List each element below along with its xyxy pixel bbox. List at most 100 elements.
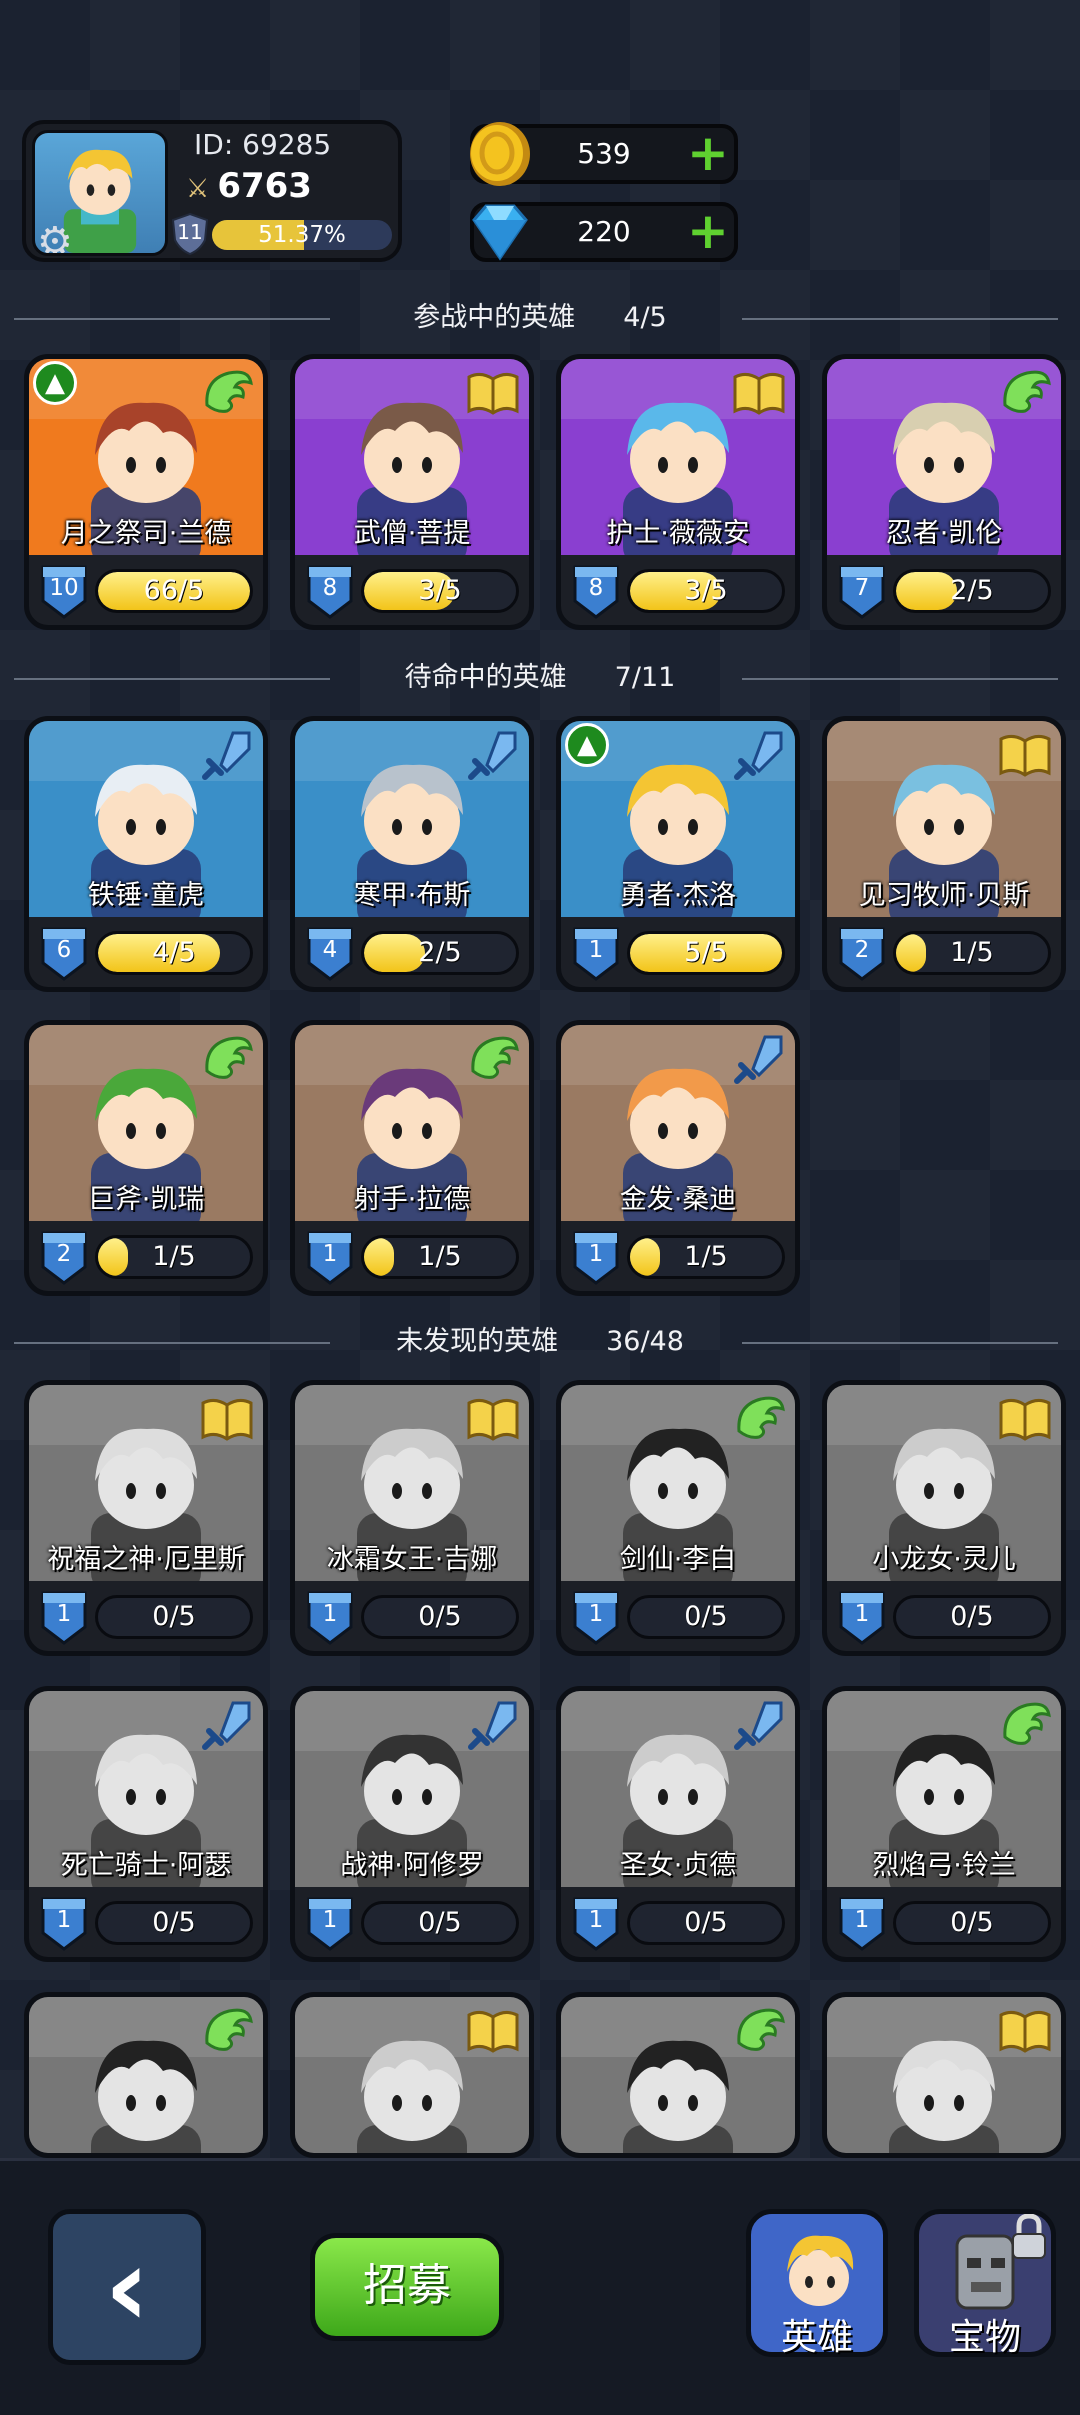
- hero-card[interactable]: 射手·拉德 1 1/5: [290, 1020, 534, 1296]
- standby-heroes-header: 待命中的英雄 7/11: [0, 658, 1080, 698]
- hero-card[interactable]: 金发·桑迪 1 1/5: [556, 1020, 800, 1296]
- hero-card[interactable]: 烈焰弓·铃兰 1 0/5: [822, 1686, 1066, 1962]
- hero-level: 1: [322, 1601, 338, 1627]
- wing-icon: [997, 1697, 1053, 1753]
- settings-gear-icon[interactable]: ⚙: [37, 221, 79, 253]
- hero-level: 7: [854, 575, 870, 601]
- hero-level-badge: 1: [305, 1229, 355, 1285]
- sword-icon: [731, 1031, 787, 1087]
- hero-shard-progress-bar: 0/5: [893, 1901, 1051, 1945]
- hero-card[interactable]: [556, 1992, 800, 2158]
- hero-level: 1: [322, 1241, 338, 1267]
- wing-icon: [997, 365, 1053, 421]
- tab-treasure-label: 宝物: [948, 2317, 1021, 2358]
- hero-card[interactable]: 祝福之神·厄里斯 1 0/5: [24, 1380, 268, 1656]
- tab-treasure[interactable]: 宝物: [914, 2209, 1056, 2358]
- gold-coin-icon: [470, 122, 530, 186]
- gold-amount: 539: [577, 137, 631, 170]
- hero-level-badge: 1: [837, 1895, 887, 1951]
- hero-level: 2: [56, 1241, 72, 1267]
- hero-name: 勇者·杰洛: [619, 880, 737, 911]
- hero-card[interactable]: 小龙女·灵儿 1 0/5: [822, 1380, 1066, 1656]
- player-id: ID: 69285: [194, 128, 332, 161]
- hero-level: 1: [588, 937, 604, 963]
- hero-card[interactable]: 铁锤·童虎 6 4/5: [24, 716, 268, 992]
- hero-card[interactable]: 死亡骑士·阿瑟 1 0/5: [24, 1686, 268, 1962]
- hero-shard-count: 0/5: [684, 1907, 728, 1938]
- hero-shard-progress-bar: 1/5: [627, 1235, 785, 1279]
- hero-card[interactable]: ▲ 月之祭司·兰德 10 66/5: [24, 354, 268, 630]
- hero-card[interactable]: 武僧·菩提 8 3/5: [290, 354, 534, 630]
- hero-card[interactable]: 寒甲·布斯 4 2/5: [290, 716, 534, 992]
- hero-card[interactable]: [822, 1992, 1066, 2158]
- hero-name: 巨斧·凯瑞: [87, 1184, 205, 1215]
- hero-card[interactable]: [290, 1992, 534, 2158]
- hero-level: 1: [56, 1907, 72, 1933]
- hero-level-badge: 1: [39, 1589, 89, 1645]
- hero-card[interactable]: 冰霜女王·吉娜 1 0/5: [290, 1380, 534, 1656]
- upgrade-arrow-icon: ▲: [565, 723, 609, 767]
- xp-progress-bar: 51.37%: [212, 220, 392, 250]
- hero-shard-progress-bar: 5/5: [627, 931, 785, 975]
- hero-shard-count: 1/5: [684, 1241, 728, 1272]
- hero-card[interactable]: 剑仙·李白 1 0/5: [556, 1380, 800, 1656]
- player-power-value: 6763: [217, 166, 312, 206]
- add-gold-button[interactable]: +: [686, 128, 730, 178]
- wing-icon: [731, 2003, 787, 2059]
- player-level: 11: [177, 220, 203, 244]
- hero-name: 烈焰弓·铃兰: [872, 1850, 1016, 1881]
- back-button[interactable]: ‹: [48, 2209, 206, 2365]
- hero-card[interactable]: ▲ 勇者·杰洛 1 5/5: [556, 716, 800, 992]
- book-icon: [731, 365, 787, 421]
- hero-level-badge: 1: [39, 1895, 89, 1951]
- hero-name: 圣女·贞德: [619, 1850, 737, 1881]
- book-icon: [465, 1391, 521, 1447]
- hero-card[interactable]: 圣女·贞德 1 0/5: [556, 1686, 800, 1962]
- hero-shard-count: 1/5: [950, 937, 994, 968]
- hero-shard-count: 0/5: [950, 1601, 994, 1632]
- recruit-button[interactable]: 招募: [310, 2233, 504, 2341]
- hero-shard-progress-bar: 1/5: [361, 1235, 519, 1279]
- hero-card[interactable]: 护士·薇薇安 8 3/5: [556, 354, 800, 630]
- hero-level: 2: [854, 937, 870, 963]
- hero-level: 1: [854, 1907, 870, 1933]
- hero-level-badge: 7: [837, 563, 887, 619]
- hero-level-badge: 1: [571, 925, 621, 981]
- wing-icon: [731, 1391, 787, 1447]
- player-power: ⚔ 6763: [186, 166, 312, 206]
- player-avatar[interactable]: ⚙: [32, 130, 168, 256]
- hero-shard-count: 0/5: [152, 1907, 196, 1938]
- undiscovered-heroes-header: 未发现的英雄 36/48: [0, 1322, 1080, 1362]
- hero-card[interactable]: 忍者·凯伦 7 2/5: [822, 354, 1066, 630]
- hero-shard-count: 1/5: [152, 1241, 196, 1272]
- gold-counter: 539 +: [470, 122, 738, 186]
- player-profile-panel[interactable]: ⚙ ID: 69285 ⚔ 6763 11 51.37%: [22, 120, 402, 262]
- hero-name: 战神·阿修罗: [340, 1850, 484, 1881]
- tab-heroes[interactable]: 英雄: [746, 2209, 888, 2358]
- gem-counter: 220 +: [470, 202, 738, 262]
- bottom-nav-bar: ‹ 招募 英雄 宝物: [0, 2158, 1080, 2415]
- book-icon: [997, 727, 1053, 783]
- hero-level-badge: 1: [571, 1589, 621, 1645]
- hero-level-badge: 1: [837, 1589, 887, 1645]
- hero-card[interactable]: 巨斧·凯瑞 2 1/5: [24, 1020, 268, 1296]
- add-gems-button[interactable]: +: [686, 206, 730, 256]
- hero-level-badge: 2: [39, 1229, 89, 1285]
- book-icon: [465, 2003, 521, 2059]
- hero-card[interactable]: [24, 1992, 268, 2158]
- section-count: 4/5: [623, 302, 667, 333]
- hero-shard-count: 0/5: [418, 1907, 462, 1938]
- hero-shard-count: 1/5: [418, 1241, 462, 1272]
- hero-shard-progress-bar: 0/5: [95, 1901, 253, 1945]
- hero-level: 10: [49, 575, 79, 601]
- sword-icon: [465, 1697, 521, 1753]
- hero-level: 1: [322, 1907, 338, 1933]
- section-count: 36/48: [606, 1326, 684, 1357]
- hero-card[interactable]: 见习牧师·贝斯 2 1/5: [822, 716, 1066, 992]
- hero-shard-progress-bar: 0/5: [361, 1901, 519, 1945]
- hero-level-badge: 1: [305, 1895, 355, 1951]
- hero-level: 6: [56, 937, 72, 963]
- hero-shard-count: 3/5: [684, 575, 728, 606]
- hero-name: 武僧·菩提: [353, 518, 471, 549]
- hero-card[interactable]: 战神·阿修罗 1 0/5: [290, 1686, 534, 1962]
